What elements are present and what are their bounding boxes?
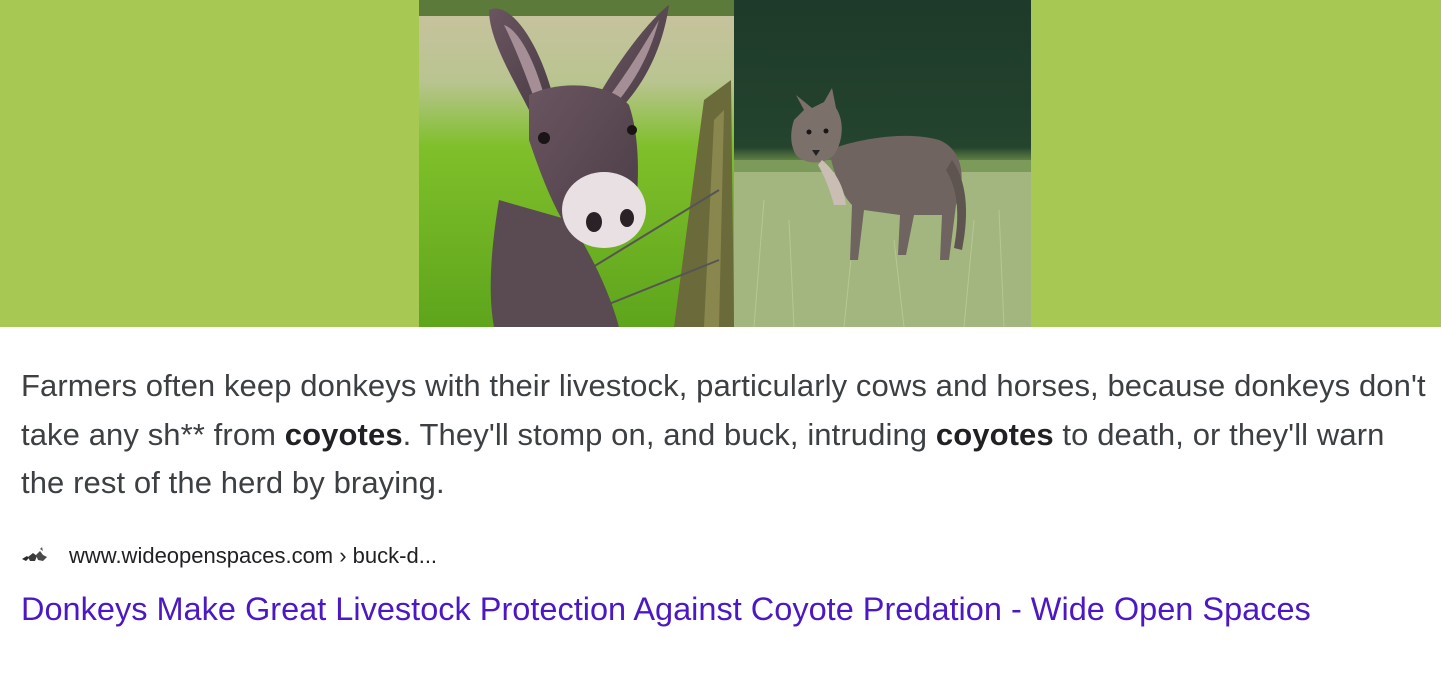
result-source[interactable]: www.wideopenspaces.com › buck-d... [21, 541, 437, 571]
hero-image-banner[interactable] [0, 0, 1441, 327]
result-url[interactable]: www.wideopenspaces.com › buck-d... [69, 543, 437, 569]
snippet-text-2: . They'll stomp on, and buck, intruding [402, 416, 936, 452]
hero-images[interactable] [419, 0, 1031, 327]
featured-snippet-text: Farmers often keep donkeys with their li… [21, 362, 1431, 508]
snippet-highlight-1: coyotes [284, 416, 403, 452]
coyote-image[interactable] [734, 0, 1031, 327]
wideopenspaces-favicon-icon [22, 547, 47, 561]
donkey-image[interactable] [419, 0, 734, 327]
snippet-highlight-2: coyotes [935, 416, 1054, 452]
result-title-link[interactable]: Donkeys Make Great Livestock Protection … [21, 585, 1401, 633]
